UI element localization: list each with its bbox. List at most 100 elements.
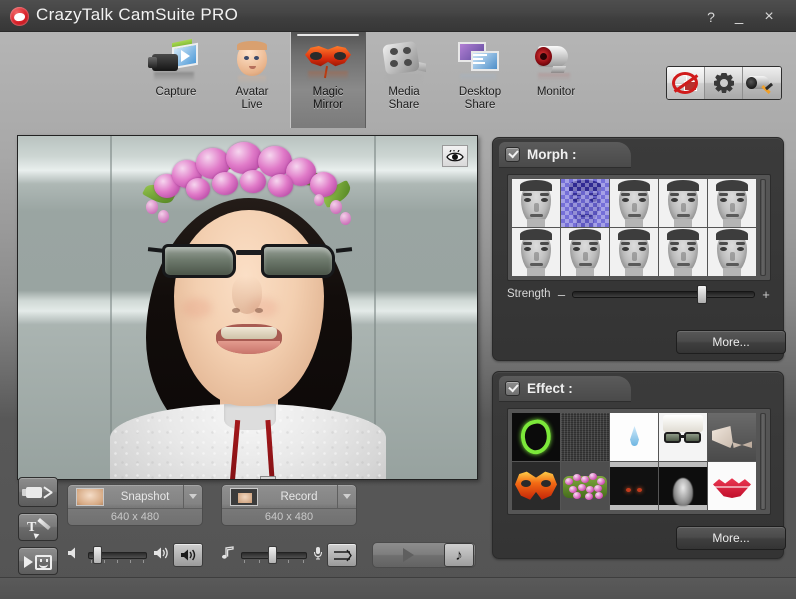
toolbar-tab-desktop-share[interactable]: Desktop Share — [442, 32, 518, 128]
speaker-button-icon — [180, 549, 195, 561]
effect-dark-eyes[interactable] — [610, 462, 658, 510]
morph-face-5[interactable] — [708, 179, 756, 227]
morph-strength-plus[interactable]: + — [761, 287, 771, 302]
close-button[interactable]: × — [758, 8, 780, 26]
effect-water-drop[interactable] — [610, 413, 658, 461]
text-draw-button[interactable]: T — [18, 513, 58, 541]
morph-thumbnail-grid — [512, 179, 756, 276]
effect-panel-tab[interactable]: Effect : — [499, 376, 631, 402]
toolbar-tab-magic-mirror[interactable]: Magic Mirror — [290, 32, 366, 128]
help-button[interactable]: ? — [700, 8, 722, 26]
record-resolution: 640 x 480 — [264, 511, 314, 523]
video-clip-button[interactable] — [18, 477, 58, 507]
effect-xray[interactable] — [659, 462, 707, 510]
record-button[interactable]: Record — [222, 485, 356, 509]
subject-mouth — [215, 324, 282, 354]
audio-mixer-button[interactable] — [327, 543, 357, 567]
toolbar-tab-label: Magic Mirror — [312, 86, 344, 111]
morph-face-7[interactable] — [561, 228, 609, 276]
effect-neon-swirl[interactable] — [512, 413, 560, 461]
toolbar-tab-label: Desktop Share — [458, 86, 502, 111]
morph-face-4[interactable] — [659, 179, 707, 227]
crazytalk-lips-logo-icon — [10, 7, 29, 26]
morph-face-3[interactable] — [610, 179, 658, 227]
morph-face-10[interactable] — [708, 228, 756, 276]
toolbar-tab-capture[interactable]: Capture — [138, 32, 214, 128]
snapshot-button[interactable]: Snapshot — [68, 485, 202, 509]
effect-noise[interactable] — [561, 413, 609, 461]
toolbar-tab-label: Capture — [155, 86, 197, 98]
effect-fire-mask[interactable] — [512, 462, 560, 510]
morph-strength-row: Strength – + — [507, 284, 771, 304]
record-thumb-icon — [230, 487, 258, 506]
record-control[interactable]: Record 640 x 480 — [221, 484, 357, 526]
music-mix-control-group — [221, 538, 357, 572]
effect-twist[interactable] — [708, 413, 756, 461]
volume-slider-thumb[interactable] — [93, 546, 102, 564]
applied-sunglasses-effect — [147, 240, 352, 286]
effect-flower-crown[interactable] — [561, 462, 609, 510]
morph-panel: Morph : Strength – + — [492, 137, 784, 361]
toolbar-tab-label: Monitor — [536, 86, 576, 98]
emoticon-button[interactable] — [18, 547, 58, 575]
effect-thumbnail-grid — [512, 413, 756, 510]
music-slider[interactable] — [241, 546, 307, 564]
webcam-monitor-icon — [528, 38, 584, 86]
status-bar — [0, 577, 796, 599]
subject-badge — [259, 476, 276, 479]
morph-strength-slider[interactable] — [572, 285, 755, 304]
film-reel-icon — [376, 38, 432, 86]
morph-strength-track — [572, 291, 755, 298]
morph-face-6[interactable] — [512, 228, 560, 276]
snapshot-dropdown-button[interactable] — [183, 485, 202, 508]
carnival-mask-icon — [300, 38, 356, 86]
webcam-video-feed — [18, 136, 477, 479]
minimize-button[interactable]: _ — [728, 8, 750, 26]
applied-flower-crown-effect — [138, 140, 360, 236]
music-library-button[interactable]: ♪ — [444, 543, 474, 567]
toolbar-tab-avatar-live[interactable]: Avatar Live — [214, 32, 290, 128]
music-note-icon: ♪ — [455, 546, 463, 564]
preview-side-button-column: T — [18, 477, 60, 581]
effect-enable-checkbox[interactable] — [505, 381, 520, 396]
preview-eye-toggle-button[interactable] — [442, 145, 468, 167]
morph-face-1[interactable] — [512, 179, 560, 227]
speaker-low-icon — [67, 546, 82, 565]
morph-panel-tab[interactable]: Morph : — [499, 142, 631, 168]
speaker-mute-button[interactable] — [173, 543, 203, 567]
main-toolbar: Capture Avatar Live Magic Mirror Media S… — [0, 32, 796, 128]
gear-icon — [714, 73, 734, 93]
settings-button[interactable] — [705, 67, 743, 99]
morph-grid-scrollbar[interactable] — [760, 179, 766, 276]
morph-face-2[interactable] — [561, 179, 609, 227]
morph-strength-label: Strength — [507, 288, 551, 300]
snapshot-control[interactable]: Snapshot 640 x 480 — [67, 484, 203, 526]
volume-slider[interactable] — [88, 546, 147, 564]
toolbar-tab-media-share[interactable]: Media Share — [366, 32, 442, 128]
play-button[interactable] — [373, 543, 444, 567]
morph-more-button[interactable]: More... — [676, 330, 786, 354]
effect-sunglasses[interactable] — [659, 413, 707, 461]
morph-face-9[interactable] — [659, 228, 707, 276]
morph-strength-minus[interactable]: – — [556, 287, 566, 302]
record-dropdown-button[interactable] — [337, 485, 356, 508]
morph-enable-checkbox[interactable] — [505, 147, 520, 162]
toolbar-tab-monitor[interactable]: Monitor — [518, 32, 594, 128]
disable-sharing-button[interactable] — [667, 67, 705, 99]
effect-red-lips[interactable] — [708, 462, 756, 510]
effect-more-button[interactable]: More... — [676, 526, 786, 550]
morph-strength-thumb[interactable] — [697, 285, 708, 304]
morph-face-8[interactable] — [610, 228, 658, 276]
camera-setup-button[interactable] — [743, 67, 781, 99]
avatar-face-icon — [224, 38, 280, 86]
toolbar-tab-label: Avatar Live — [235, 86, 269, 111]
window-title: CrazyTalk CamSuite PRO — [36, 5, 239, 24]
video-preview-panel[interactable] — [17, 135, 478, 480]
effect-thumbnail-grid-box — [507, 408, 771, 515]
music-slider-thumb[interactable] — [268, 546, 278, 564]
effect-grid-scrollbar[interactable] — [760, 413, 766, 510]
capture-controls: Snapshot 640 x 480 Record 640 x 480 — [67, 484, 371, 526]
title-bar: CrazyTalk CamSuite PRO ? _ × — [0, 0, 796, 32]
toolbar-tab-list: Capture Avatar Live Magic Mirror Media S… — [138, 32, 594, 128]
audio-controls — [67, 538, 371, 572]
